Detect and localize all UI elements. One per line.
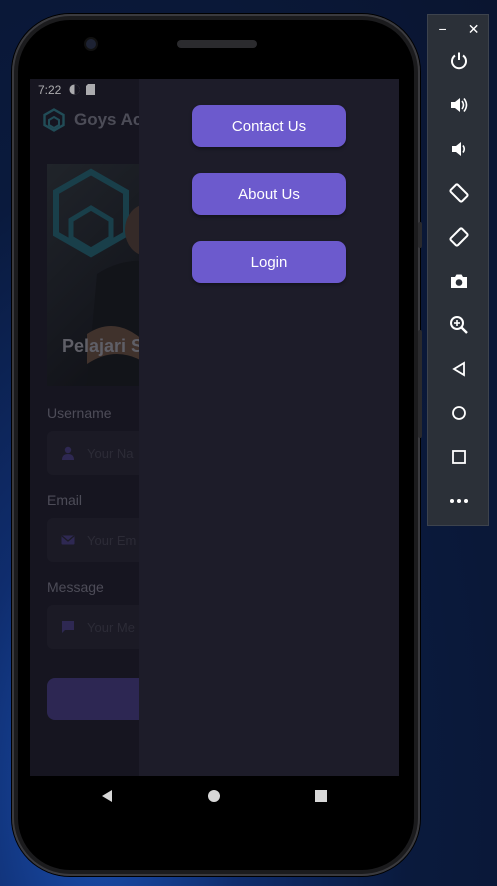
zoom-icon[interactable] (444, 310, 474, 340)
overview-icon[interactable] (444, 442, 474, 472)
nav-home-icon[interactable] (204, 786, 224, 806)
rotate-left-icon[interactable] (444, 178, 474, 208)
volume-up-icon[interactable] (444, 90, 474, 120)
system-nav-bar (30, 776, 399, 816)
emulator-window-controls: − ✕ (428, 19, 490, 39)
phone-screen: 7:22 Goys Aca Pelajari S Username Your N… (30, 79, 399, 776)
phone-speaker (177, 40, 257, 48)
login-button[interactable]: Login (192, 241, 346, 283)
phone-side-button (418, 222, 422, 248)
nav-back-icon[interactable] (97, 786, 117, 806)
back-icon[interactable] (444, 354, 474, 384)
about-us-button[interactable]: About Us (192, 173, 346, 215)
phone-volume-rocker (418, 330, 422, 438)
front-camera (86, 39, 96, 49)
emulator-close-button[interactable]: ✕ (468, 21, 480, 38)
emulator-minimize-button[interactable]: − (439, 21, 447, 37)
home-icon[interactable] (444, 398, 474, 428)
power-icon[interactable] (444, 46, 474, 76)
more-icon[interactable] (444, 486, 474, 516)
nav-overview-icon[interactable] (311, 786, 331, 806)
camera-icon[interactable] (444, 266, 474, 296)
rotate-right-icon[interactable] (444, 222, 474, 252)
volume-down-icon[interactable] (444, 134, 474, 164)
emulator-toolbar: − ✕ (427, 14, 489, 526)
contact-us-button[interactable]: Contact Us (192, 105, 346, 147)
navigation-drawer: Contact Us About Us Login (139, 79, 399, 776)
